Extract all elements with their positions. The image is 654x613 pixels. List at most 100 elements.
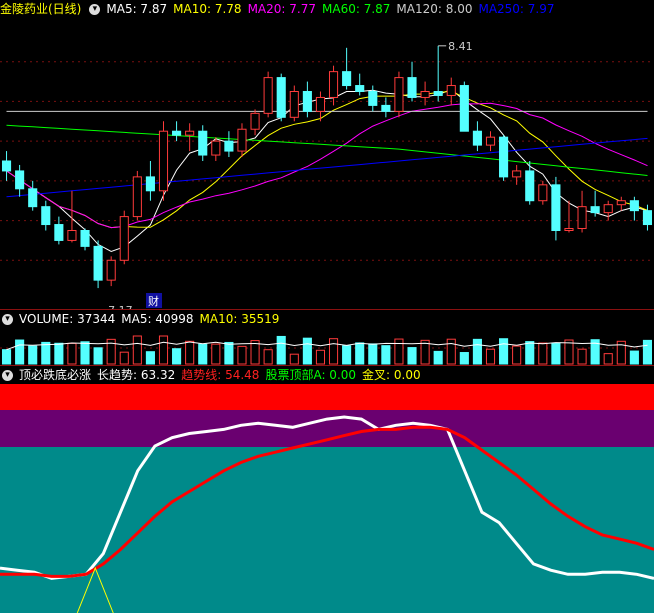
volume-bar <box>564 339 574 365</box>
candle-body <box>342 71 352 87</box>
volume-bar <box>525 341 535 365</box>
candle-body <box>302 91 312 112</box>
volume-bar <box>512 345 522 365</box>
indicator-title: 顶必跌底必涨 <box>19 368 92 382</box>
candle-body <box>433 91 443 96</box>
stock-chart-window: 金陵药业(日线) ▾ MA5: 7.87 MA10: 7.78 MA20: 7.77 MA… <box>0 0 654 613</box>
indicator-panel-header: ▾ 顶必跌底必涨 长趋势: 63.32 趋势线: 54.48 股票顶部A: 0.00 金叉… <box>0 366 427 384</box>
candle-body <box>472 130 482 146</box>
volume-bar <box>93 347 103 365</box>
candle-body <box>93 245 103 281</box>
candle-body <box>276 77 286 118</box>
indicator-toggle-icon[interactable]: ▾ <box>2 370 13 381</box>
candle-body <box>67 230 77 241</box>
volume-bar <box>211 343 221 365</box>
volume-bar <box>67 342 77 365</box>
volume-bar <box>459 352 469 365</box>
candle-body <box>54 224 64 241</box>
volume-bar <box>629 350 639 365</box>
candle-body <box>106 259 116 281</box>
volume-bar <box>407 347 417 365</box>
volume-bar <box>132 335 142 365</box>
candle-body <box>198 130 208 156</box>
overbought-zone <box>0 384 654 410</box>
volume-bar <box>485 348 496 365</box>
candle-body <box>237 128 247 152</box>
lower-zone <box>0 447 654 613</box>
candle-body <box>289 91 299 118</box>
candle-body <box>642 210 653 226</box>
candle-body <box>224 140 234 152</box>
candle-body <box>590 206 600 214</box>
volume-bar <box>577 348 587 365</box>
candle-body <box>315 96 326 112</box>
candle-body <box>446 85 456 96</box>
volume-bar <box>342 345 352 365</box>
volume-bar <box>119 351 129 365</box>
volume-bar <box>355 342 365 365</box>
volume-bar <box>289 353 299 365</box>
volume-bar <box>15 339 25 365</box>
volume-bar <box>224 341 234 365</box>
volume-bar <box>237 345 247 365</box>
candle-body <box>328 71 339 98</box>
price-chart[interactable]: 8.417.17财 <box>0 0 654 310</box>
volume-bar <box>145 351 155 365</box>
volume-bar <box>158 335 169 365</box>
candle-body <box>551 184 561 231</box>
volume-bar <box>446 338 456 365</box>
candle-body <box>211 140 221 156</box>
volume-bar <box>28 345 38 365</box>
volume-bar <box>1 349 12 365</box>
volume-bar <box>185 340 195 365</box>
indicator-label: 金叉: 0.00 <box>362 368 421 382</box>
candle-body <box>145 176 155 192</box>
volume-bar <box>263 349 273 365</box>
indicator-label: 趋势线: 54.48 <box>181 368 260 382</box>
volume-bar <box>302 337 312 365</box>
volume-bar <box>472 338 482 365</box>
high-marker-label: 8.41 <box>448 40 473 53</box>
candle-body <box>80 230 90 247</box>
candle-body <box>629 200 639 212</box>
upper-zone <box>0 410 654 447</box>
candle-body <box>499 136 509 178</box>
volume-chart[interactable] <box>0 310 654 366</box>
candle-body <box>263 77 273 114</box>
volume-bar <box>394 338 404 365</box>
volume-bar <box>551 343 561 365</box>
indicator-chart[interactable] <box>0 384 654 613</box>
candle-body <box>1 160 12 172</box>
candle-body <box>616 200 626 206</box>
candle-body <box>407 77 417 98</box>
candle-body <box>459 85 469 132</box>
candle-body <box>41 206 51 226</box>
volume-bar <box>328 338 339 365</box>
indicator-label-list: 长趋势: 63.32 趋势线: 54.48 股票顶部A: 0.00 金叉: 0.00 <box>97 368 427 382</box>
volume-bar <box>499 338 509 365</box>
candle-body <box>525 170 535 202</box>
volume-bar <box>198 343 208 365</box>
candle-body <box>420 91 430 98</box>
indicator-label: 股票顶部A: 0.00 <box>265 368 357 382</box>
volume-bar <box>54 342 64 365</box>
finance-badge-label: 财 <box>148 294 159 308</box>
candle-body <box>119 216 129 261</box>
candle-body <box>577 206 587 230</box>
volume-bar <box>433 350 443 365</box>
volume-bar <box>172 348 182 365</box>
candle-body <box>564 228 574 231</box>
volume-bar <box>315 349 326 365</box>
candle-body <box>28 188 38 208</box>
volume-bar <box>41 341 51 365</box>
candle-body <box>538 184 548 202</box>
candle-body <box>355 85 365 92</box>
candle-body <box>158 130 169 192</box>
candle-body <box>132 176 142 218</box>
candle-body <box>381 104 391 112</box>
candle-body <box>394 77 404 112</box>
candle-body <box>172 130 182 136</box>
volume-bar <box>642 339 653 365</box>
volume-bar <box>80 341 90 365</box>
candle-body <box>368 91 378 106</box>
